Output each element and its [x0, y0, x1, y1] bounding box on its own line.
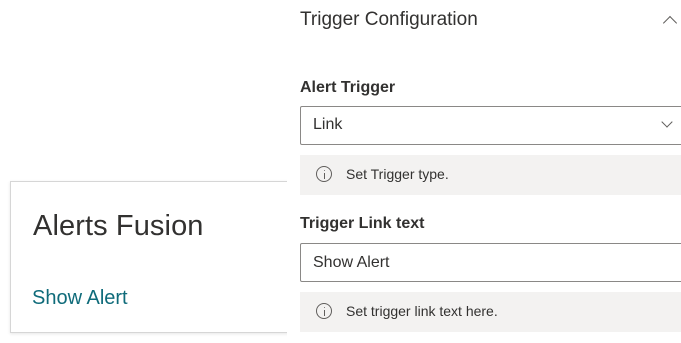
- webpart-card: Alerts Fusion Show Alert: [10, 181, 300, 333]
- alert-trigger-label: Alert Trigger: [300, 79, 396, 96]
- info-icon: [316, 303, 332, 319]
- property-pane: Trigger Configuration Alert Trigger Link…: [287, 0, 681, 343]
- webpart-title: Alerts Fusion: [33, 210, 204, 242]
- show-alert-link[interactable]: Show Alert: [32, 287, 128, 310]
- trigger-link-text-help-text: Set trigger link text here.: [346, 303, 498, 319]
- alert-trigger-selected-value: Link: [313, 116, 343, 133]
- alert-trigger-help-text: Set Trigger type.: [346, 166, 449, 182]
- trigger-link-text-input[interactable]: [301, 244, 681, 281]
- trigger-link-text-label: Trigger Link text: [300, 215, 425, 232]
- group-title: Trigger Configuration: [300, 9, 478, 30]
- trigger-link-text-help: Set trigger link text here.: [300, 292, 681, 332]
- workbench-canvas: Alerts Fusion Show Alert Trigger Configu…: [0, 0, 681, 343]
- trigger-configuration-group-header[interactable]: Trigger Configuration: [287, 0, 681, 40]
- chevron-down-icon: [661, 116, 673, 128]
- alert-trigger-help: Set Trigger type.: [300, 155, 681, 195]
- alert-trigger-dropdown[interactable]: Link: [300, 106, 681, 145]
- chevron-up-icon[interactable]: [662, 15, 678, 31]
- trigger-link-text-field[interactable]: [300, 243, 681, 282]
- info-icon: [316, 166, 332, 182]
